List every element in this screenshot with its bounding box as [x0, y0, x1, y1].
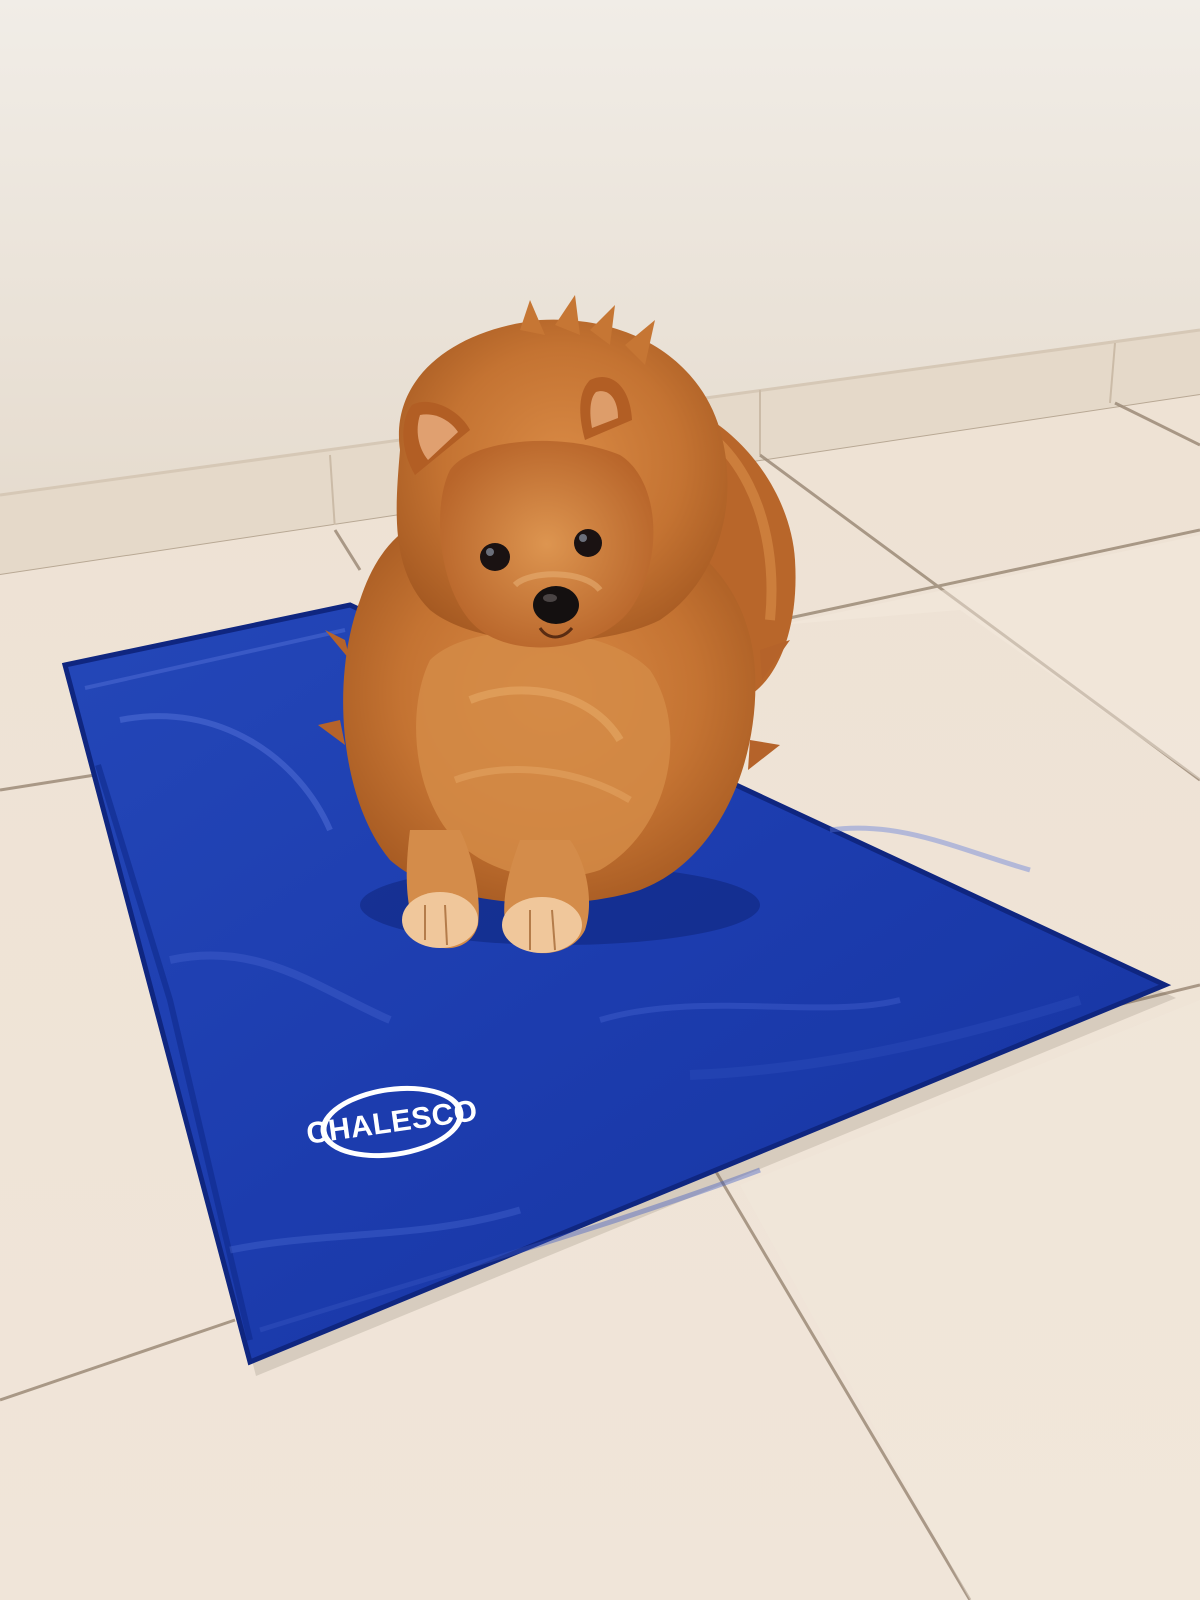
- dog-left-eye: [480, 543, 510, 571]
- dog-nose: [533, 586, 579, 624]
- photo-scene: CHALESCO: [0, 0, 1200, 1600]
- dog-right-eye: [574, 529, 602, 557]
- dog-right-paw: [502, 897, 582, 953]
- dog-left-paw: [402, 892, 478, 948]
